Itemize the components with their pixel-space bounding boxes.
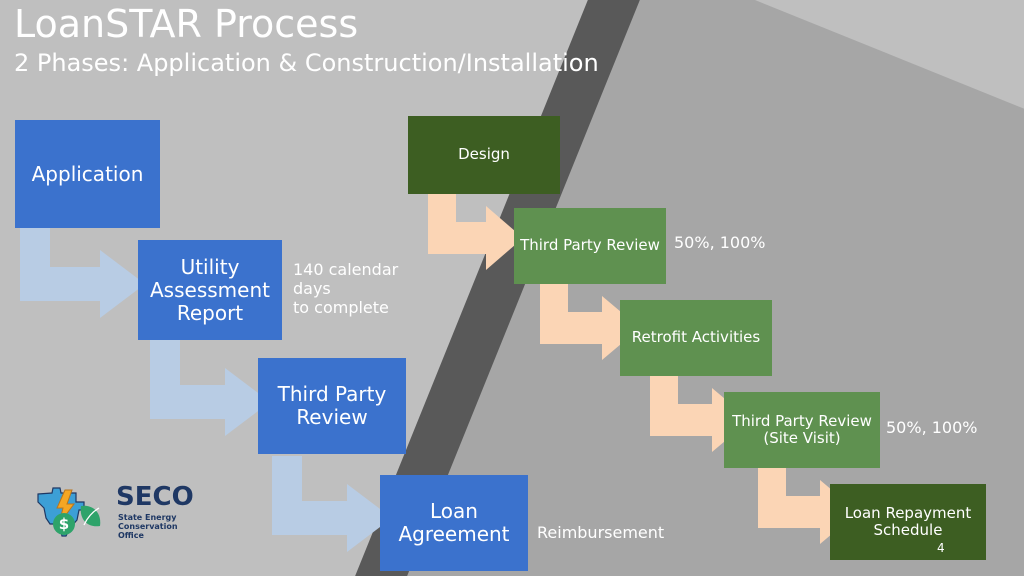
title-block: LoanSTAR Process 2 Phases: Application &…	[14, 2, 599, 78]
note-percent-bottom: 50%, 100%	[886, 418, 978, 437]
seco-logo-line1: State Energy	[118, 513, 177, 522]
page-number: 4	[937, 541, 945, 555]
node-third-party-review-site-visit-label: Third Party Review (Site Visit)	[732, 411, 872, 447]
node-loan-agreement[interactable]: Loan Agreement	[380, 475, 528, 571]
seco-logo-line2: Conservation Office	[118, 522, 178, 540]
dollar-sign-icon: $	[59, 515, 69, 533]
page-title: LoanSTAR Process	[14, 2, 359, 46]
node-utility-assessment-report[interactable]: Utility Assessment Report	[138, 240, 282, 340]
note-reimbursement: Reimbursement	[537, 523, 665, 542]
node-retrofit-activities-label: Retrofit Activities	[631, 328, 761, 347]
node-third-party-review-1-label: Third Party Review	[277, 382, 387, 429]
node-loan-repayment-schedule-label: Loan Repayment Schedule	[844, 503, 972, 539]
node-third-party-review-1[interactable]: Third Party Review	[258, 358, 406, 454]
arrow-design-to-tpr2	[428, 190, 523, 270]
node-third-party-review-2-label: Third Party Review	[520, 236, 660, 255]
node-application[interactable]: Application	[15, 120, 160, 228]
page-subtitle: 2 Phases: Application & Construction/Ins…	[14, 49, 599, 77]
note-percent-top: 50%, 100%	[674, 233, 766, 252]
node-retrofit-activities[interactable]: Retrofit Activities	[620, 300, 772, 376]
node-loan-agreement-label: Loan Agreement	[398, 499, 510, 546]
node-design[interactable]: Design	[408, 116, 560, 194]
node-loan-repayment-schedule[interactable]: Loan Repayment Schedule	[830, 484, 986, 560]
note-calendar-days: 140 calendar days to complete	[293, 260, 399, 318]
slide-canvas: LoanSTAR Process 2 Phases: Application &…	[0, 0, 1024, 576]
node-utility-assessment-report-label: Utility Assessment Report	[150, 254, 270, 325]
node-third-party-review-2[interactable]: Third Party Review	[514, 208, 666, 284]
node-third-party-review-site-visit[interactable]: Third Party Review (Site Visit)	[724, 392, 880, 468]
node-application-label: Application	[31, 161, 144, 186]
node-design-label: Design	[458, 145, 510, 164]
seco-logo: $ SECO State Energy Conservation Office	[32, 480, 194, 542]
seco-logo-name: SECO	[116, 482, 194, 512]
